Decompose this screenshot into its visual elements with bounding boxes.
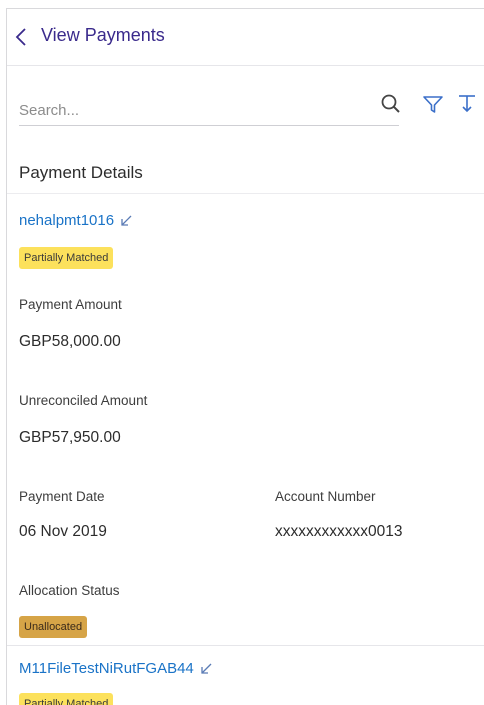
filter-icon[interactable] [422,93,444,115]
account-number-value: xxxxxxxxxxxx0013 [275,523,403,540]
status-badge: Partially Matched [19,247,114,269]
unreconciled-amount-value: GBP57,950.00 [19,429,121,446]
allocation-status-badge: Unallocated [19,616,88,638]
payment-amount-value: GBP58,000.00 [19,333,121,350]
search-input[interactable] [19,95,399,126]
page-title: View Payments [41,25,165,45]
back-arrow-icon[interactable] [15,27,27,47]
divider [7,193,484,194]
payment-amount-label: Payment Amount [19,297,122,312]
page-header: View Payments [7,9,484,66]
payment-card[interactable]: M11FileTestNiRutFGAB44 Partially Matched [7,645,484,705]
payment-reference-link[interactable]: nehalpmt1016 [19,212,132,229]
unreconciled-amount-label: Unreconciled Amount [19,393,148,408]
payment-date-label: Payment Date [19,489,105,504]
status-badge: Partially Matched [19,693,114,705]
payment-date-value: 06 Nov 2019 [19,523,107,540]
search-icon[interactable] [380,93,402,115]
payment-reference[interactable]: nehalpmt1016 [19,212,114,229]
payment-card[interactable]: nehalpmt1016 Partially Matched Payment A… [7,195,484,645]
section-title: Payment Details [19,163,143,182]
payments-panel: View Payments Payment Details nehalpmt10… [6,8,484,705]
payment-reference[interactable]: M11FileTestNiRutFGAB44 [19,660,194,677]
search-toolbar [7,65,484,145]
account-number-label: Account Number [275,489,376,504]
allocation-status-label: Allocation Status [19,583,120,598]
payment-reference-link[interactable]: M11FileTestNiRutFGAB44 [19,660,212,677]
inbound-arrow-icon [121,215,132,226]
sort-icon[interactable] [456,92,478,114]
inbound-arrow-icon [201,663,212,674]
